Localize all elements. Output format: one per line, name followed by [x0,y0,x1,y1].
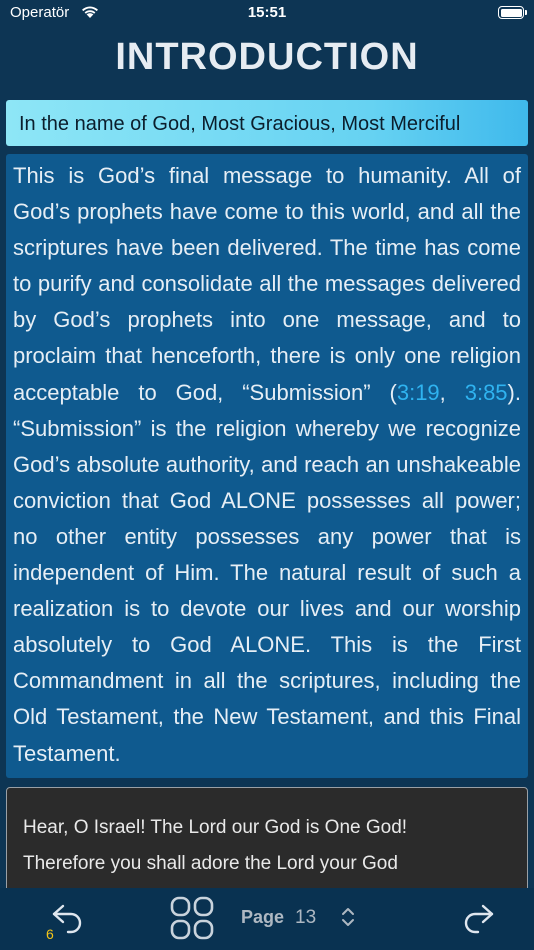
bottom-toolbar: 6 Page 13 [0,888,534,950]
page-number: 13 [295,907,317,928]
quote-line: Therefore you shall adore the Lord your … [23,853,398,874]
battery-icon [498,6,527,19]
verse-link-3-85[interactable]: 3:85 [465,380,508,405]
introduction-text-box: This is God’s final message to humanity.… [6,154,528,778]
chevron-up-down-icon[interactable] [340,906,356,928]
undo-arrow-icon[interactable] [50,902,86,934]
status-bar: Operatör 15:51 [0,0,534,28]
grid-icon[interactable] [170,896,214,940]
intro-text-part-1: This is God’s final message to humanity.… [13,163,521,405]
introduction-paragraph: This is God’s final message to humanity.… [13,158,521,772]
redo-arrow-icon[interactable] [460,902,496,934]
clock: 15:51 [247,4,287,21]
quote-line: Hear, O Israel! The Lord our God is One … [23,817,408,838]
page-title: INTRODUCTION [115,36,419,78]
back-history-count: 6 [46,926,54,942]
verse-link-3-19[interactable]: 3:19 [397,380,440,405]
intro-text-part-2: ). “Submission” is the religion whereby … [13,379,521,766]
verse-link-separator: , [439,379,465,405]
basmala-banner: In the name of God, Most Gracious, Most … [6,100,528,146]
page-label: Page [241,907,285,927]
